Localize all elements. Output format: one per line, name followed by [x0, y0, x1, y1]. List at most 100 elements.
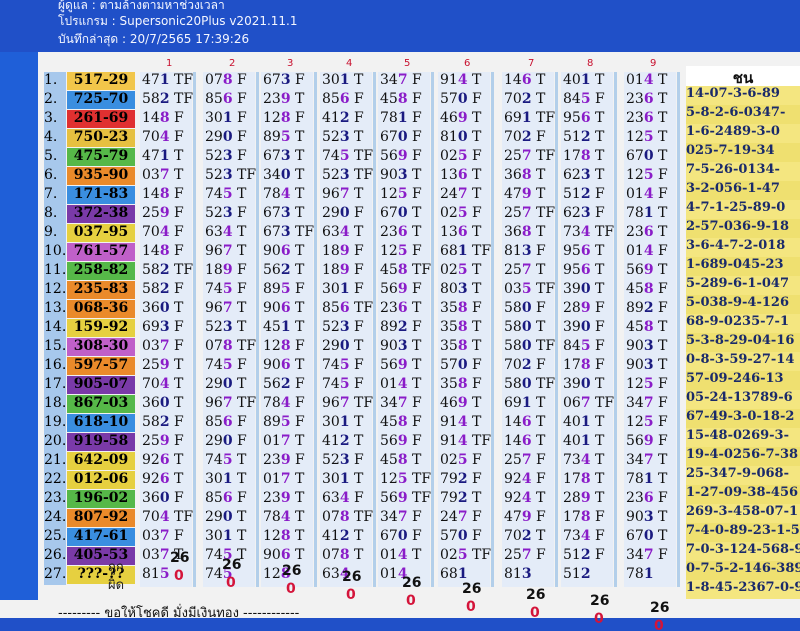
cell-flag: T [290, 471, 305, 487]
result-cell: 078 F [205, 72, 247, 88]
cell-digits: 25 [142, 357, 160, 373]
row-pair: 159-92 [67, 319, 135, 337]
cell-digits: 40 [563, 414, 581, 430]
result-cell: 523 F [322, 319, 364, 335]
cell-last-digit: 7 [397, 72, 408, 88]
cell-last-digit: 0 [280, 167, 291, 183]
cell-last-digit: 4 [643, 243, 654, 259]
cell-last-digit: 3 [339, 452, 350, 468]
cell-flag: TF [467, 433, 492, 449]
row-number: 7. [44, 186, 66, 205]
cell-last-digit: 4 [159, 129, 170, 145]
cell-last-digit: 6 [280, 547, 291, 563]
cell-digits: 18 [322, 243, 340, 259]
cell-digits: 14 [504, 433, 522, 449]
cell-flag: T [653, 452, 668, 468]
result-cell: 458 F [626, 281, 668, 297]
result-cell: 014 T [626, 72, 667, 88]
cell-digits: 18 [322, 262, 340, 278]
cell-last-digit: 9 [580, 490, 591, 506]
wrong-count: 0 [174, 568, 184, 584]
cell-flag: T [467, 490, 482, 506]
cell-digits: 56 [380, 490, 398, 506]
cell-digits: 02 [440, 452, 458, 468]
cell-last-digit: 6 [580, 243, 591, 259]
cell-flag: F [349, 262, 364, 278]
cell-last-digit: 8 [580, 509, 591, 525]
result-cell: 523 F [205, 148, 247, 164]
result-cell: 290 T [322, 338, 363, 354]
cell-digits: 67 [380, 528, 398, 544]
result-cell: 247 F [440, 509, 482, 525]
result-cell: 523 TF [205, 167, 256, 183]
cell-flag: T [407, 205, 422, 221]
cell-last-digit: 2 [643, 300, 654, 316]
cell-digits: 14 [142, 110, 160, 126]
cell-flag: T [232, 376, 247, 392]
cell-flag: F [349, 376, 364, 392]
cell-last-digit: 9 [280, 91, 291, 107]
result-cell: 845 F [563, 91, 605, 107]
cell-last-digit: 3 [643, 338, 654, 354]
result-cell: 301 T [322, 471, 363, 487]
cell-last-digit: 2 [280, 376, 291, 392]
cell-last-digit: 4 [643, 72, 654, 88]
result-cell: 471 TF [142, 72, 193, 88]
cell-digits: 34 [380, 72, 398, 88]
result-cell: 781 F [380, 110, 422, 126]
cell-last-digit: 8 [397, 414, 408, 430]
cell-digits: 03 [142, 528, 160, 544]
result-cell: 347 F [380, 509, 422, 525]
app-window: ผู้ดูแล : ตามล้างตามหาช่วงเวลา โปรแกรม :… [0, 0, 800, 631]
cell-last-digit: 6 [521, 414, 532, 430]
cell-last-digit: 0 [397, 528, 408, 544]
cell-flag: F [590, 300, 605, 316]
cell-last-digit: 3 [521, 243, 532, 259]
cell-flag: T [590, 281, 605, 297]
cell-flag: T [169, 167, 184, 183]
result-cell: 702 T [504, 91, 545, 107]
cell-flag: T [407, 167, 422, 183]
cell-flag: F [232, 91, 247, 107]
cell-flag: T [349, 528, 364, 544]
cell-flag: F [590, 528, 605, 544]
column-number: 5 [404, 58, 411, 69]
cell-digits: 63 [205, 224, 223, 240]
cell-flag: F [407, 528, 422, 544]
cell-last-digit: 3 [580, 205, 591, 221]
cell-digits: 78 [263, 186, 281, 202]
cell-flag: F [349, 281, 364, 297]
cell-last-digit: 2 [159, 281, 170, 297]
cell-last-digit: 1 [397, 110, 408, 126]
result-cell: 125 F [626, 167, 668, 183]
cell-digits: 95 [563, 110, 581, 126]
cell-flag: F [467, 357, 482, 373]
cell-digits: 70 [504, 91, 522, 107]
cell-digits: 89 [626, 300, 644, 316]
cell-flag: F [169, 205, 184, 221]
cell-digits: 25 [504, 452, 522, 468]
column-separator [491, 72, 494, 587]
cell-flag: T [590, 72, 605, 88]
cell-last-digit: 1 [280, 319, 291, 335]
cell-digits: 29 [205, 509, 223, 525]
cell-digits: 07 [322, 547, 340, 563]
row-pair: 235-83 [67, 281, 135, 299]
cell-digits: 45 [380, 414, 398, 430]
cell-flag: F [531, 357, 546, 373]
cell-flag: T [531, 186, 546, 202]
cell-digits: 63 [322, 224, 340, 240]
cell-digits: 01 [626, 72, 644, 88]
result-cell: 017 T [263, 433, 304, 449]
cell-digits: 14 [504, 414, 522, 430]
result-cell: 390 F [563, 319, 605, 335]
cell-digits: 35 [440, 300, 458, 316]
cell-flag: F [169, 433, 184, 449]
cell-flag: T [407, 376, 422, 392]
row-pair: 475-79 [67, 148, 135, 166]
cell-digits: 85 [205, 490, 223, 506]
cell-digits: 52 [322, 452, 340, 468]
cell-last-digit: 5 [643, 414, 654, 430]
cell-digits: 78 [626, 566, 644, 582]
cell-digits: 24 [440, 509, 458, 525]
